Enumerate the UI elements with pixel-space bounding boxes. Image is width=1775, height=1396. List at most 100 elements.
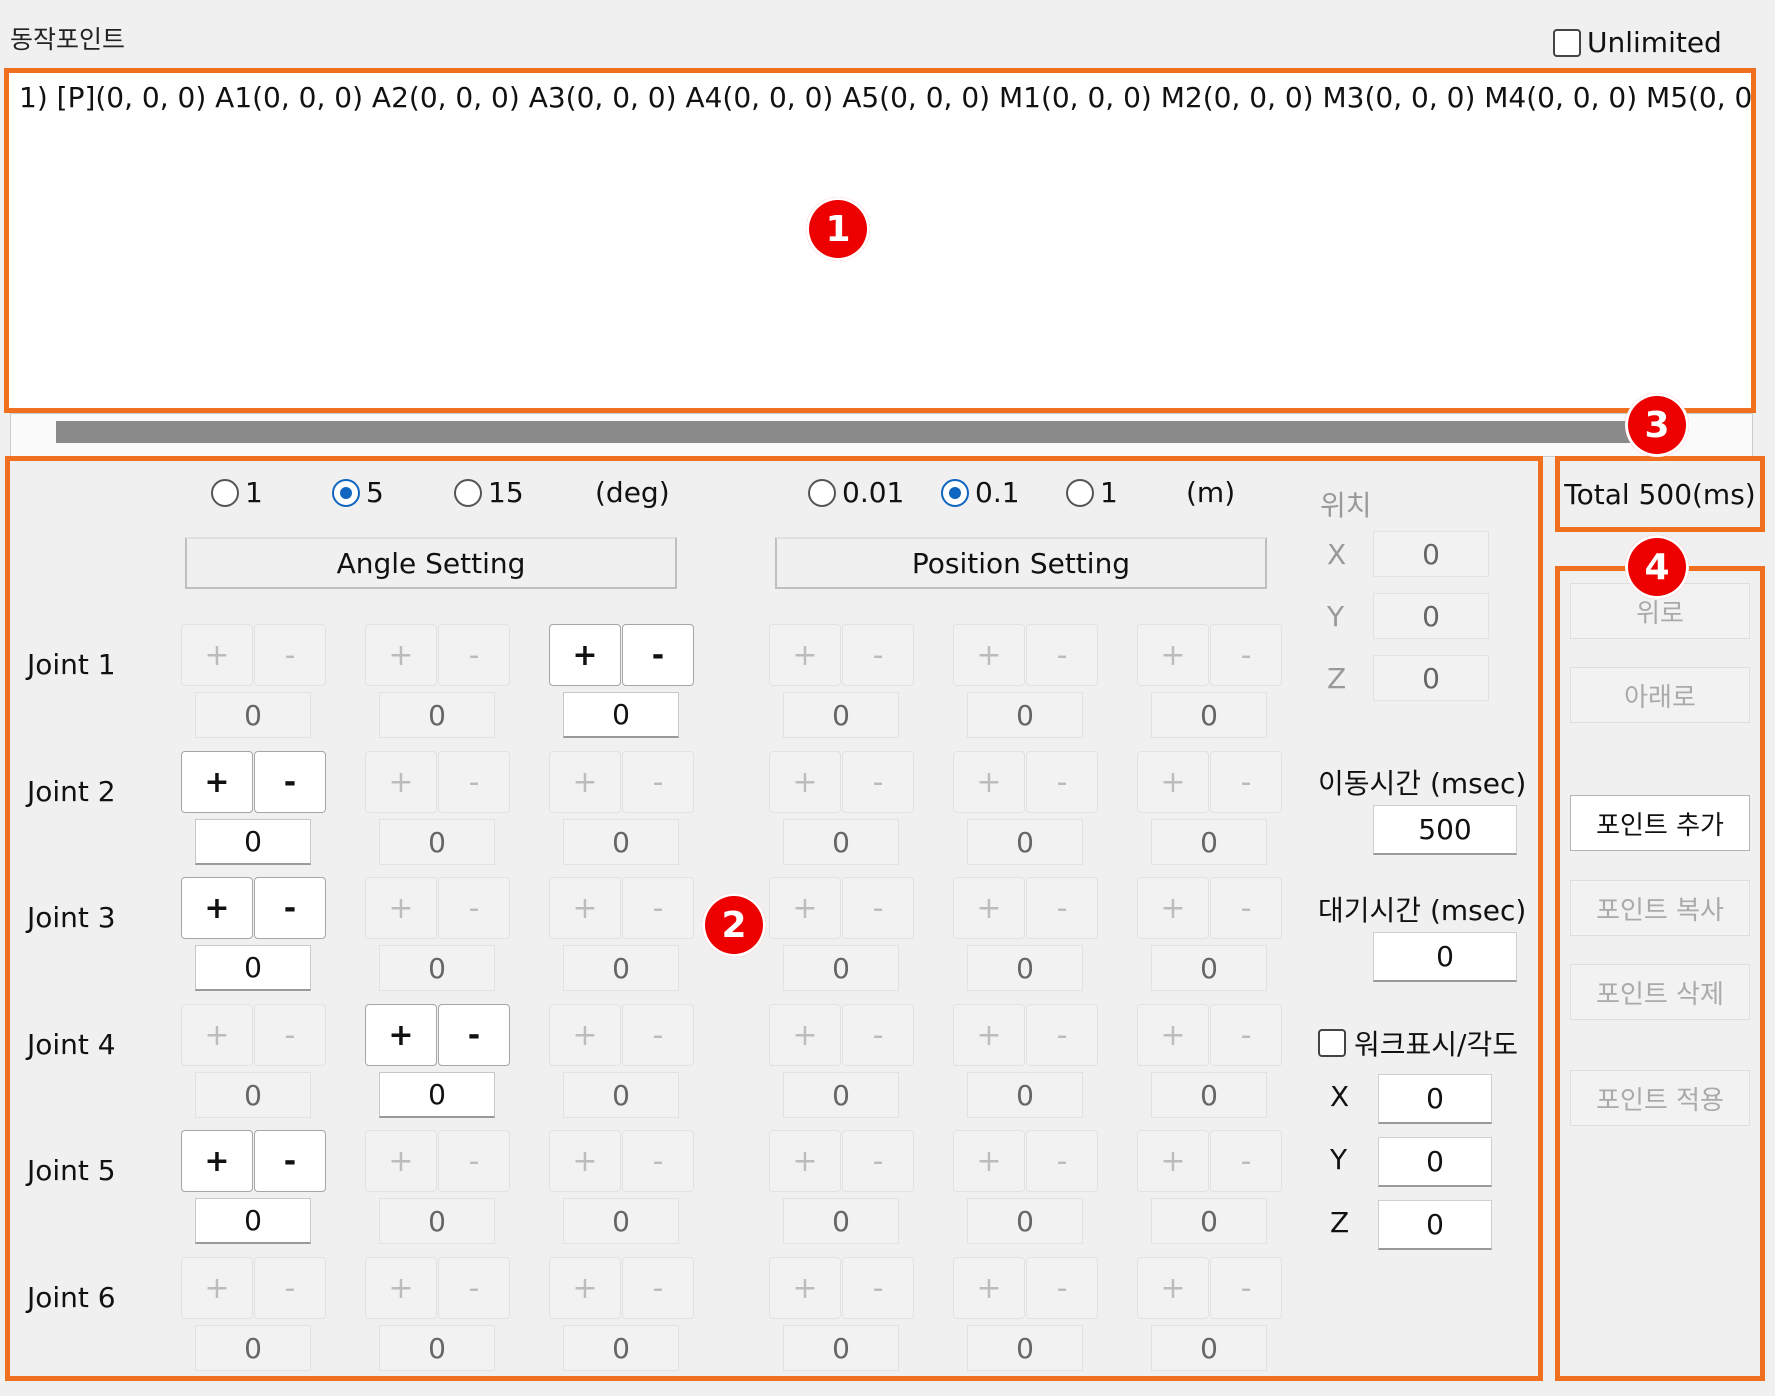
joint-value-field[interactable]: 0 [967, 945, 1083, 991]
increment-button[interactable]: + [769, 1004, 841, 1066]
decrement-button[interactable]: - [1210, 1130, 1282, 1192]
scrollbar-thumb[interactable] [56, 421, 1641, 443]
joint-value-field[interactable]: 0 [783, 945, 899, 991]
joint-value-field[interactable]: 0 [1151, 692, 1267, 738]
point-entry[interactable]: 1) [P](0, 0, 0) A1(0, 0, 0) A2(0, 0, 0) … [19, 81, 1751, 114]
increment-button[interactable]: + [769, 877, 841, 939]
joint-value-field[interactable]: 0 [563, 1198, 679, 1244]
increment-button[interactable]: + [365, 1130, 437, 1192]
joint-value-field[interactable]: 0 [1151, 1072, 1267, 1118]
decrement-button[interactable]: - [438, 877, 510, 939]
decrement-button[interactable]: - [622, 1130, 694, 1192]
position-step-radio-1[interactable]: 0.1 [941, 476, 1020, 509]
joint-value-field[interactable]: 0 [967, 819, 1083, 865]
decrement-button[interactable]: - [438, 624, 510, 686]
joint-value-field[interactable]: 0 [195, 819, 311, 865]
joint-value-field[interactable]: 0 [195, 692, 311, 738]
increment-button[interactable]: + [549, 1257, 621, 1319]
joint-value-field[interactable]: 0 [563, 692, 679, 738]
increment-button[interactable]: + [549, 1130, 621, 1192]
radio-dot[interactable] [1066, 478, 1094, 507]
decrement-button[interactable]: - [438, 1004, 510, 1066]
joint-value-field[interactable]: 0 [1151, 1325, 1267, 1371]
decrement-button[interactable]: - [1026, 877, 1098, 939]
decrement-button[interactable]: - [842, 1130, 914, 1192]
angle-step-radio-0[interactable]: 1 [211, 476, 263, 509]
decrement-button[interactable]: - [438, 1257, 510, 1319]
decrement-button[interactable]: - [1026, 751, 1098, 813]
joint-value-field[interactable]: 0 [379, 945, 495, 991]
apply-point-button[interactable]: 포인트 적용 [1570, 1070, 1750, 1126]
decrement-button[interactable]: - [254, 624, 326, 686]
increment-button[interactable]: + [1137, 1257, 1209, 1319]
increment-button[interactable]: + [953, 1257, 1025, 1319]
unlimited-checkbox[interactable]: Unlimited [1553, 26, 1722, 59]
position-step-radio-0[interactable]: 0.01 [808, 476, 904, 509]
decrement-button[interactable]: - [842, 1004, 914, 1066]
joint-value-field[interactable]: 0 [195, 1198, 311, 1244]
joint-value-field[interactable]: 0 [563, 819, 679, 865]
joint-value-field[interactable]: 0 [783, 1072, 899, 1118]
joint-value-field[interactable]: 0 [783, 1325, 899, 1371]
increment-button[interactable]: + [181, 751, 253, 813]
angle-step-radio-2[interactable]: 15 [454, 476, 524, 509]
joint-value-field[interactable]: 0 [967, 692, 1083, 738]
decrement-button[interactable]: - [622, 624, 694, 686]
decrement-button[interactable]: - [1026, 1004, 1098, 1066]
increment-button[interactable]: + [769, 1130, 841, 1192]
decrement-button[interactable]: - [1210, 1257, 1282, 1319]
increment-button[interactable]: + [1137, 1130, 1209, 1192]
decrement-button[interactable]: - [438, 1130, 510, 1192]
increment-button[interactable]: + [365, 1257, 437, 1319]
radio-dot[interactable] [211, 478, 239, 507]
copy-point-button[interactable]: 포인트 복사 [1570, 880, 1750, 936]
joint-value-field[interactable]: 0 [967, 1325, 1083, 1371]
increment-button[interactable]: + [769, 624, 841, 686]
decrement-button[interactable]: - [254, 1004, 326, 1066]
work-x-input[interactable]: 0 [1378, 1074, 1492, 1124]
decrement-button[interactable]: - [622, 1257, 694, 1319]
joint-value-field[interactable]: 0 [379, 1072, 495, 1118]
decrement-button[interactable]: - [1026, 624, 1098, 686]
motion-points-list[interactable]: 1) [P](0, 0, 0) A1(0, 0, 0) A2(0, 0, 0) … [4, 68, 1756, 413]
position-setting-button[interactable]: Position Setting [775, 537, 1267, 589]
work-y-input[interactable]: 0 [1378, 1137, 1492, 1187]
increment-button[interactable]: + [549, 877, 621, 939]
joint-value-field[interactable]: 0 [967, 1198, 1083, 1244]
joint-value-field[interactable]: 0 [783, 819, 899, 865]
increment-button[interactable]: + [953, 1130, 1025, 1192]
increment-button[interactable]: + [953, 1004, 1025, 1066]
increment-button[interactable]: + [1137, 877, 1209, 939]
increment-button[interactable]: + [181, 624, 253, 686]
increment-button[interactable]: + [549, 1004, 621, 1066]
joint-value-field[interactable]: 0 [379, 1198, 495, 1244]
joint-value-field[interactable]: 0 [1151, 945, 1267, 991]
checkbox-box[interactable] [1553, 28, 1581, 57]
increment-button[interactable]: + [181, 1130, 253, 1192]
decrement-button[interactable]: - [842, 751, 914, 813]
decrement-button[interactable]: - [1026, 1257, 1098, 1319]
increment-button[interactable]: + [365, 1004, 437, 1066]
increment-button[interactable]: + [953, 877, 1025, 939]
increment-button[interactable]: + [549, 624, 621, 686]
radio-dot[interactable] [941, 478, 969, 507]
joint-value-field[interactable]: 0 [563, 945, 679, 991]
decrement-button[interactable]: - [1210, 877, 1282, 939]
decrement-button[interactable]: - [1026, 1130, 1098, 1192]
decrement-button[interactable]: - [842, 624, 914, 686]
increment-button[interactable]: + [549, 751, 621, 813]
decrement-button[interactable]: - [1210, 751, 1282, 813]
increment-button[interactable]: + [953, 751, 1025, 813]
joint-value-field[interactable]: 0 [783, 1198, 899, 1244]
work-display-checkbox[interactable]: 워크표시/각도 [1318, 1023, 1518, 1063]
add-point-button[interactable]: 포인트 추가 [1570, 795, 1750, 851]
joint-value-field[interactable]: 0 [195, 1325, 311, 1371]
increment-button[interactable]: + [769, 751, 841, 813]
increment-button[interactable]: + [365, 624, 437, 686]
joint-value-field[interactable]: 0 [379, 819, 495, 865]
increment-button[interactable]: + [1137, 1004, 1209, 1066]
decrement-button[interactable]: - [622, 1004, 694, 1066]
joint-value-field[interactable]: 0 [379, 692, 495, 738]
decrement-button[interactable]: - [1210, 1004, 1282, 1066]
decrement-button[interactable]: - [1210, 624, 1282, 686]
